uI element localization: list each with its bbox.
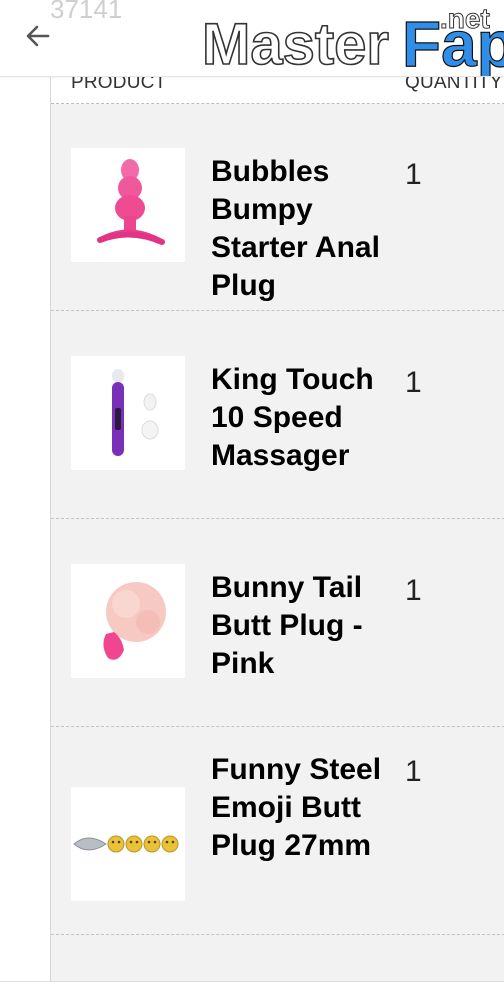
table-row: Bunny Tail Butt Plug - Pink 1 bbox=[51, 519, 504, 727]
bottom-edge bbox=[0, 981, 504, 1000]
product-thumbnail[interactable] bbox=[71, 356, 185, 470]
masterfap-watermark-logo: Master Fap .net bbox=[202, 4, 504, 76]
table-row: King Touch 10 Speed Massager 1 bbox=[51, 311, 504, 519]
watermark-master-text: Master bbox=[202, 12, 389, 76]
product-quantity: 1 bbox=[405, 158, 422, 191]
order-table: PRODUCT QUANTITY Bubbles Bumpy Starter A… bbox=[50, 72, 504, 1000]
purple-wand-massager-icon bbox=[112, 369, 159, 456]
cart-content: PRODUCT QUANTITY Bubbles Bumpy Starter A… bbox=[0, 72, 504, 1000]
product-quantity: 1 bbox=[405, 366, 422, 399]
product-quantity: 1 bbox=[405, 755, 422, 788]
table-row: Funny Steel Emoji Butt Plug 27mm 1 bbox=[51, 727, 504, 935]
watermark-net-text: .net bbox=[440, 4, 490, 34]
product-name[interactable]: Bunny Tail Butt Plug - Pink bbox=[211, 569, 391, 683]
arrow-left-icon bbox=[26, 25, 50, 47]
product-name[interactable]: Funny Steel Emoji Butt Plug 27mm bbox=[211, 751, 391, 865]
product-thumbnail[interactable] bbox=[71, 564, 185, 678]
app-bar: 37141 Master Fap .net bbox=[0, 0, 504, 77]
table-header: PRODUCT QUANTITY bbox=[51, 72, 504, 104]
page-indicator: 37141 bbox=[50, 0, 123, 24]
page: 37141 Master Fap .net PRODUCT QUANTITY B… bbox=[0, 0, 504, 1000]
product-name[interactable]: King Touch 10 Speed Massager bbox=[211, 361, 391, 475]
pink-bunny-tail-plug-icon bbox=[103, 582, 166, 660]
table-row: Bubbles Bumpy Starter Anal Plug 1 bbox=[51, 103, 504, 311]
pink-beaded-plug-icon bbox=[97, 159, 165, 245]
product-thumbnail[interactable] bbox=[71, 787, 185, 901]
product-quantity: 1 bbox=[405, 574, 422, 607]
product-name[interactable]: Bubbles Bumpy Starter Anal Plug bbox=[211, 153, 391, 305]
steel-emoji-plug-set-icon bbox=[73, 835, 179, 853]
product-thumbnail[interactable] bbox=[71, 148, 185, 262]
